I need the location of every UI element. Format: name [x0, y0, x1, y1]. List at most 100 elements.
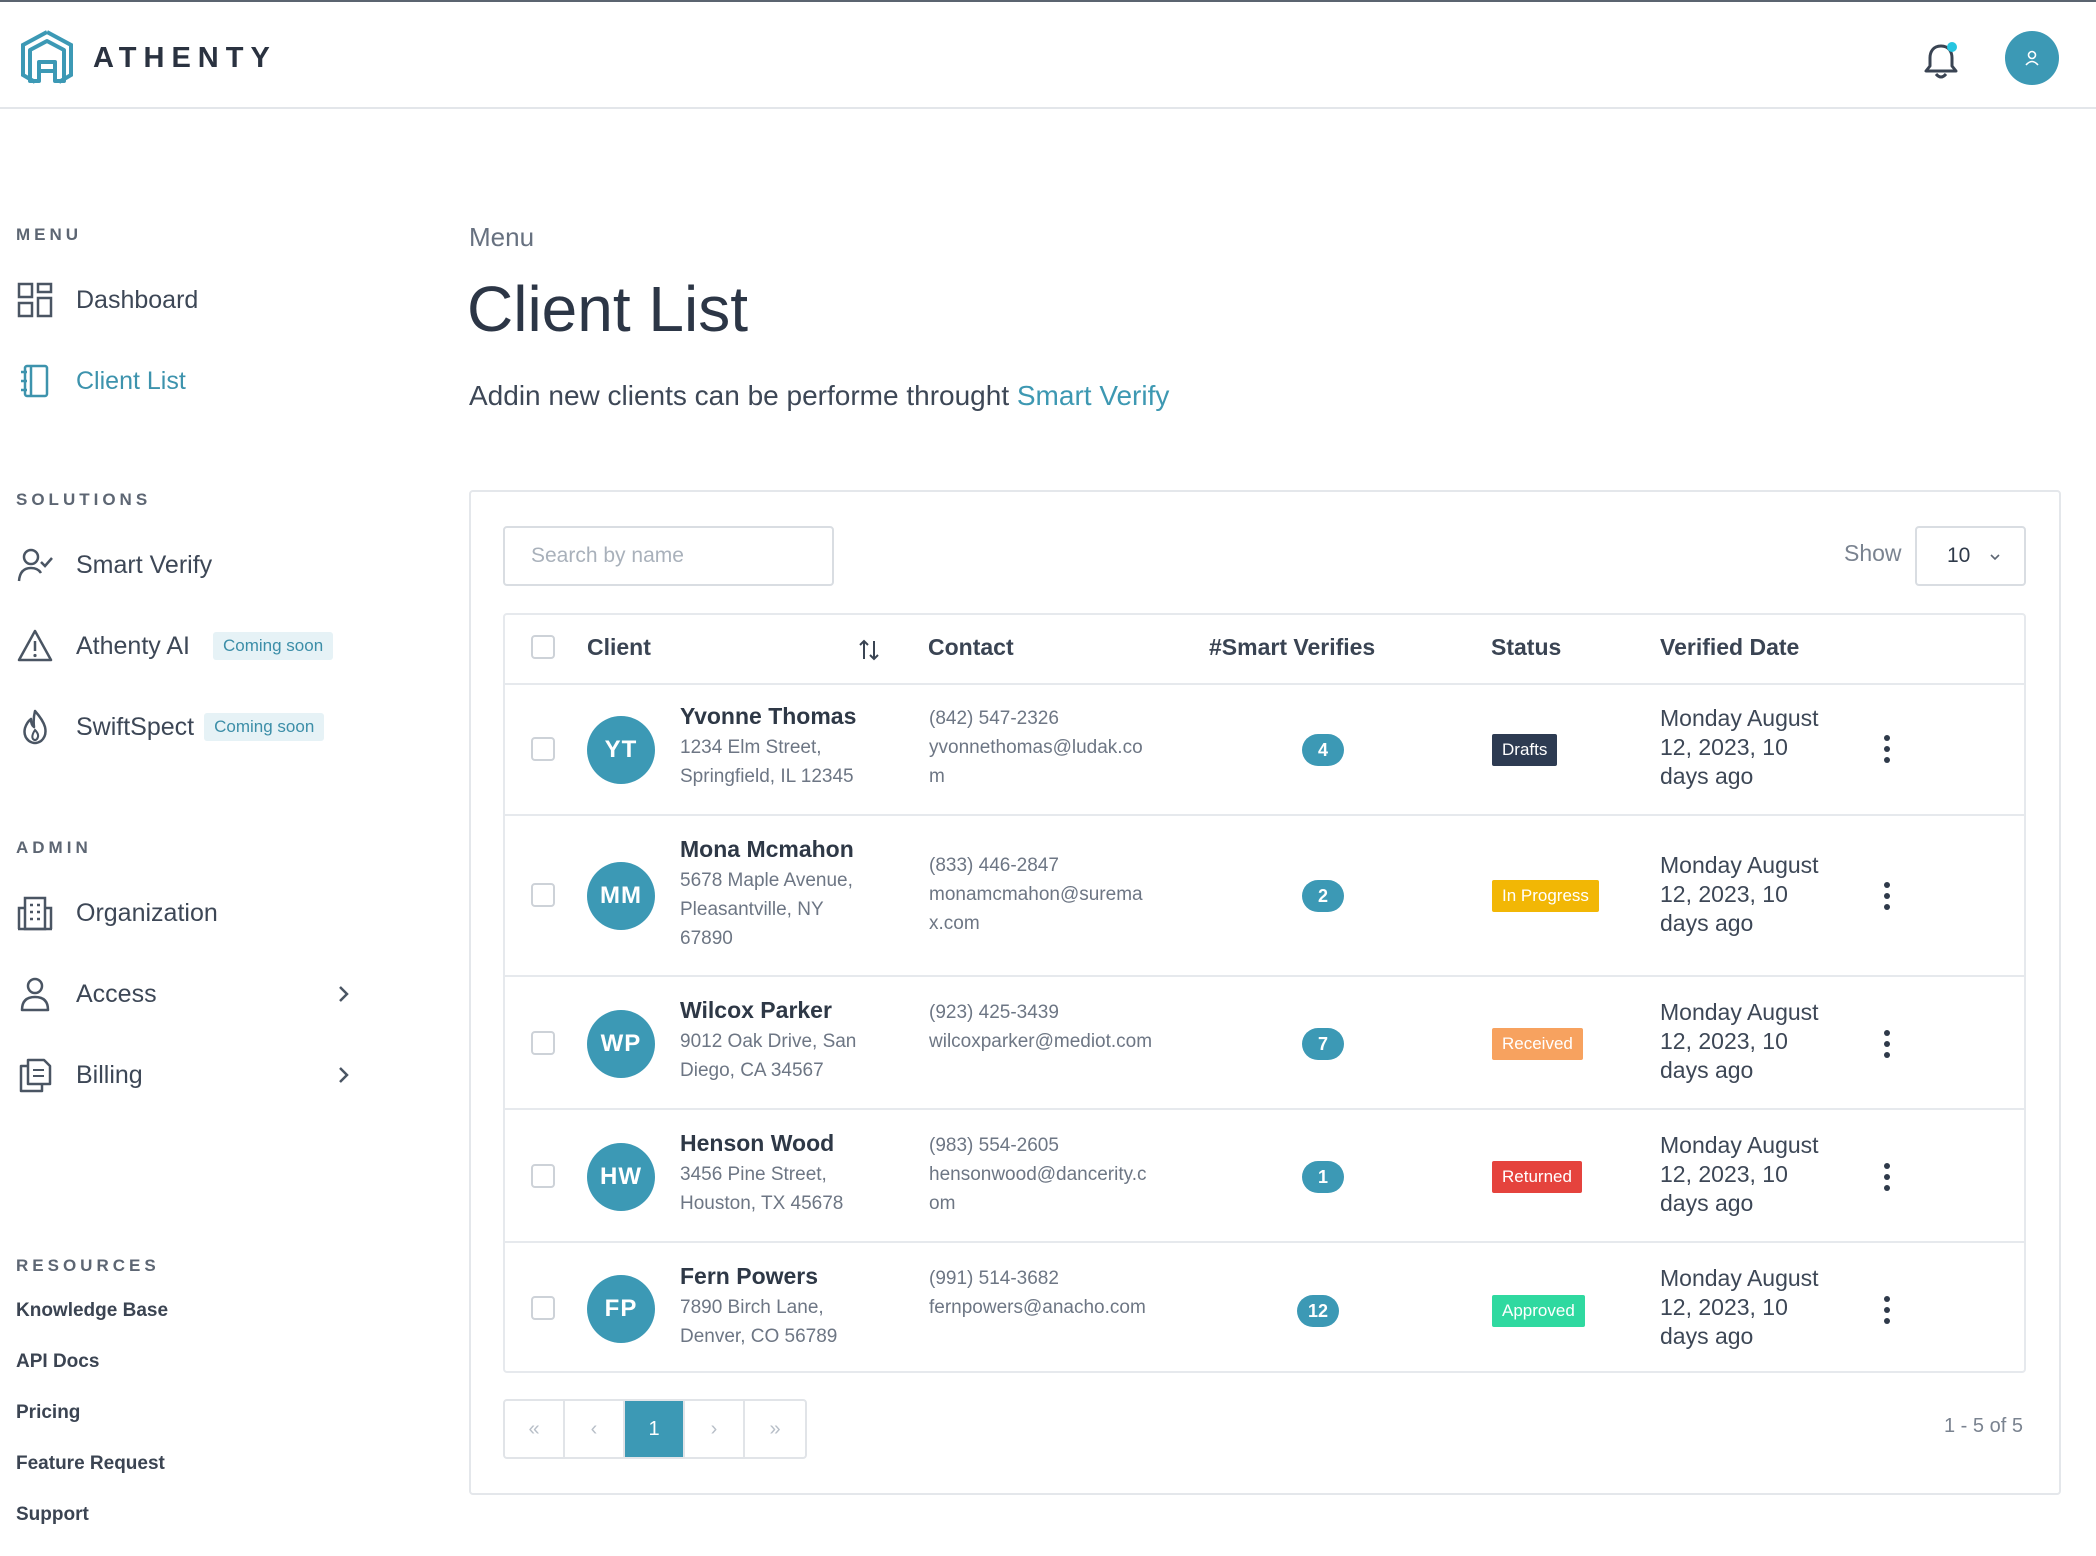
more-options-icon[interactable]	[1881, 734, 1893, 764]
client-email: hensonwood@dancerity.com	[929, 1164, 1147, 1214]
warning-triangle-icon	[17, 629, 53, 662]
sidebar-item-organization[interactable]: Organization	[16, 888, 356, 938]
sidebar-item-athenty-ai[interactable]: Athenty AI Coming soon	[16, 621, 356, 671]
sidebar-item-label: Athenty AI	[76, 631, 190, 660]
client-phone: (842) 547-2326	[929, 708, 1059, 729]
row-checkbox[interactable]	[531, 1164, 555, 1188]
row-checkbox[interactable]	[531, 1296, 555, 1320]
sidebar-item-swiftspect[interactable]: SwiftSpect Coming soon	[16, 702, 356, 752]
client-table: Client Contact #Smart Verifies Status Ve…	[503, 613, 2026, 1373]
sidebar-item-client-list[interactable]: Client List	[16, 356, 356, 406]
client-address: 3456 Pine Street, Houston, TX 45678	[680, 1164, 844, 1214]
previous-page-button[interactable]: ‹	[565, 1401, 625, 1457]
column-header-status: Status	[1491, 634, 1562, 660]
client-name[interactable]: Fern Powers	[680, 1263, 818, 1290]
client-phone: (923) 425-3439	[929, 1002, 1059, 1023]
coming-soon-badge: Coming soon	[204, 713, 325, 741]
link-pricing[interactable]: Pricing	[16, 1402, 80, 1424]
column-header-client[interactable]: Client	[587, 634, 651, 661]
table-row[interactable]: WP Wilcox Parker 9012 Oak Drive, San Die…	[505, 977, 2024, 1110]
client-name[interactable]: Mona Mcmahon	[680, 836, 854, 863]
sidebar-item-label: Dashboard	[76, 285, 199, 314]
page-title: Client List	[467, 273, 748, 345]
brand-logo[interactable]: ATHENTY	[19, 29, 277, 87]
pagination-range: 1 - 5 of 5	[1944, 1415, 2023, 1437]
smart-verify-link[interactable]: Smart Verify	[1017, 380, 1169, 411]
user-avatar[interactable]	[2005, 31, 2059, 85]
smart-verifies-count: 1	[1302, 1161, 1344, 1193]
document-stack-icon	[19, 1058, 52, 1093]
chevron-right-icon[interactable]	[332, 981, 356, 1007]
link-support[interactable]: Support	[16, 1504, 89, 1526]
table-row[interactable]: HW Henson Wood 3456 Pine Street, Houston…	[505, 1110, 2024, 1243]
chevron-down-icon	[1990, 554, 2000, 561]
dashboard-icon	[17, 282, 53, 318]
sidebar-item-label: Access	[76, 979, 157, 1008]
top-bar: ATHENTY	[0, 0, 2096, 109]
page-size-select[interactable]: 10	[1915, 526, 2026, 586]
client-contact: (983) 554-2605 hensonwood@dancerity.com	[929, 1131, 1157, 1218]
client-name[interactable]: Wilcox Parker	[680, 997, 832, 1024]
row-checkbox[interactable]	[531, 883, 555, 907]
search-input[interactable]	[503, 526, 834, 586]
table-row[interactable]: FP Fern Powers 7890 Birch Lane, Denver, …	[505, 1243, 2024, 1371]
client-email: yvonnethomas@ludak.com	[929, 737, 1143, 787]
notification-bell-icon[interactable]	[1922, 40, 1960, 80]
page-size-value: 10	[1947, 544, 1971, 567]
row-checkbox[interactable]	[531, 737, 555, 761]
sidebar-item-billing[interactable]: Billing	[16, 1050, 356, 1100]
row-checkbox[interactable]	[531, 1031, 555, 1055]
sidebar-item-label: Billing	[76, 1060, 143, 1089]
client-name[interactable]: Yvonne Thomas	[680, 703, 856, 730]
client-name[interactable]: Henson Wood	[680, 1130, 834, 1157]
client-email: fernpowers@anacho.com	[929, 1297, 1146, 1318]
sort-icon[interactable]	[857, 637, 881, 663]
client-phone: (991) 514-3682	[929, 1268, 1059, 1289]
next-page-button[interactable]: ›	[685, 1401, 745, 1457]
first-page-button[interactable]: «	[505, 1401, 565, 1457]
sidebar-item-dashboard[interactable]: Dashboard	[16, 275, 356, 325]
breadcrumb[interactable]: Menu	[469, 222, 534, 253]
select-all-checkbox[interactable]	[531, 635, 555, 659]
more-options-icon[interactable]	[1881, 881, 1893, 911]
status-badge: Drafts	[1492, 734, 1558, 766]
more-options-icon[interactable]	[1881, 1162, 1893, 1192]
more-options-icon[interactable]	[1881, 1295, 1893, 1325]
client-address: 5678 Maple Avenue, Pleasantville, NY 678…	[680, 870, 853, 949]
subtitle-text: Addin new clients can be performe throug…	[469, 380, 1017, 411]
client-phone: (983) 554-2605	[929, 1135, 1059, 1156]
table-row[interactable]: MM Mona Mcmahon 5678 Maple Avenue, Pleas…	[505, 816, 2024, 977]
sidebar-item-label: Smart Verify	[76, 550, 213, 579]
verified-date: Monday August 12, 2023, 10 days ago	[1660, 999, 1819, 1083]
chevron-right-icon[interactable]	[332, 1062, 356, 1088]
link-api-docs[interactable]: API Docs	[16, 1351, 99, 1373]
client-avatar: YT	[587, 716, 655, 784]
building-icon	[17, 896, 53, 931]
smart-verifies-count: 7	[1302, 1028, 1344, 1060]
sidebar-item-smart-verify[interactable]: Smart Verify	[16, 540, 356, 590]
client-avatar: HW	[587, 1143, 655, 1211]
last-page-button[interactable]: »	[745, 1401, 805, 1457]
person-icon	[20, 977, 50, 1012]
link-feature-request[interactable]: Feature Request	[16, 1453, 165, 1475]
admin-heading: ADMIN	[16, 838, 92, 857]
table-header: Client Contact #Smart Verifies Status Ve…	[505, 615, 2024, 685]
column-header-smart-verifies: #Smart Verifies	[1209, 634, 1376, 660]
client-contact: (833) 446-2847 monamcmahon@suremax.com	[929, 851, 1157, 938]
more-options-icon[interactable]	[1881, 1029, 1893, 1059]
smart-verifies-count: 2	[1302, 880, 1344, 912]
client-phone: (833) 446-2847	[929, 855, 1059, 876]
coming-soon-badge: Coming soon	[213, 632, 334, 660]
status-badge: In Progress	[1492, 880, 1599, 912]
table-row[interactable]: YT Yvonne Thomas 1234 Elm Street, Spring…	[505, 683, 2024, 816]
verified-date: Monday August 12, 2023, 10 days ago	[1660, 1265, 1819, 1349]
sidebar-item-label: Organization	[76, 898, 218, 927]
resources-heading: RESOURCES	[16, 1256, 160, 1275]
sidebar-item-access[interactable]: Access	[16, 969, 356, 1019]
client-avatar: MM	[587, 862, 655, 930]
verified-date: Monday August 12, 2023, 10 days ago	[1660, 852, 1819, 936]
flame-icon	[23, 709, 47, 745]
link-knowledge-base[interactable]: Knowledge Base	[16, 1300, 168, 1322]
page-1-button[interactable]: 1	[625, 1401, 685, 1457]
verified-date: Monday August 12, 2023, 10 days ago	[1660, 705, 1819, 789]
